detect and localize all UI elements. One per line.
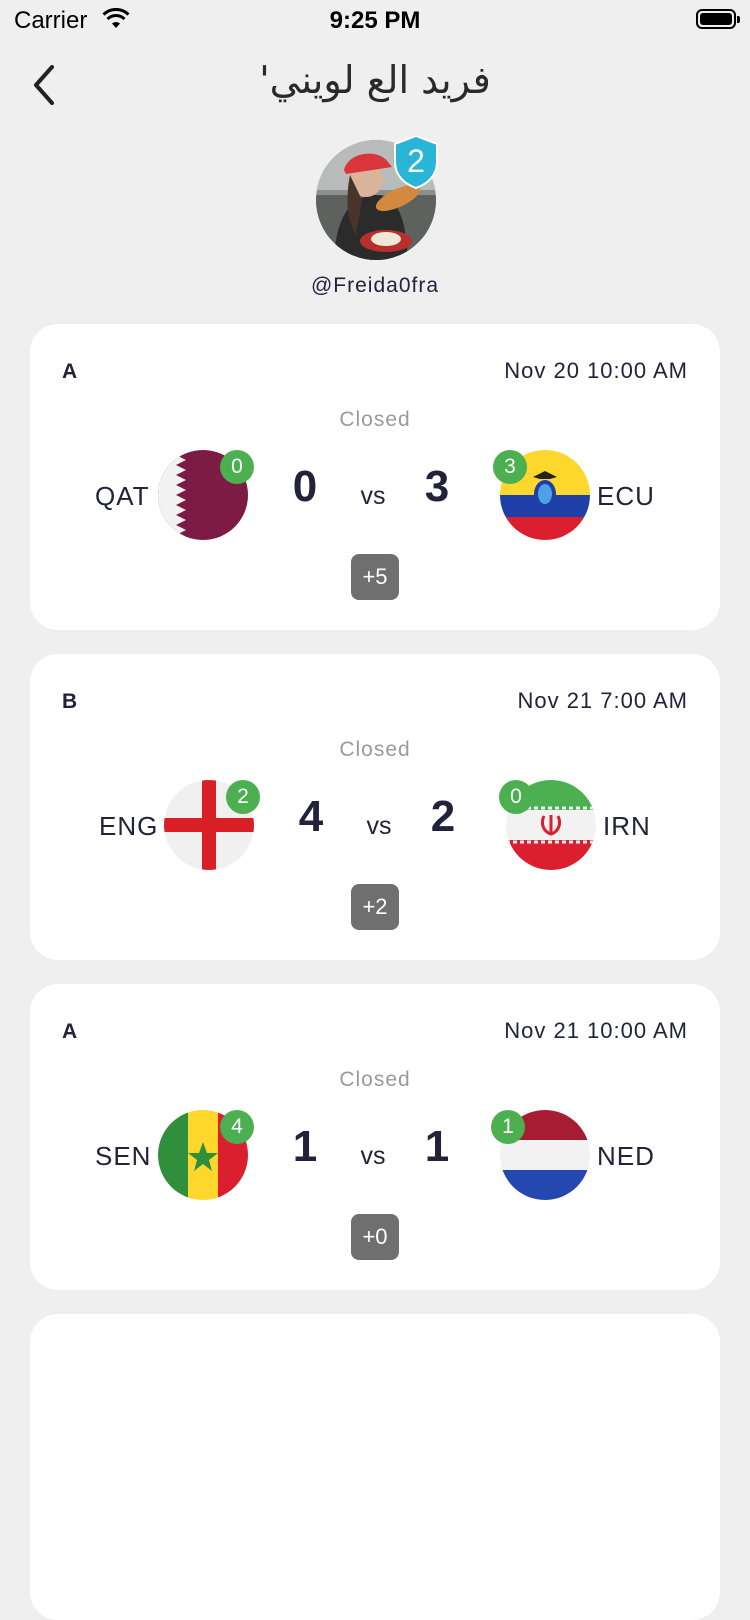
more-predictions-button[interactable]: +2 bbox=[351, 884, 399, 930]
away-team-code: IRN bbox=[603, 811, 651, 841]
match-datetime: Nov 21 7:00 AM bbox=[517, 688, 688, 713]
more-predictions-button[interactable]: +0 bbox=[351, 1214, 399, 1260]
match-card[interactable] bbox=[30, 1314, 720, 1620]
match-card[interactable]: A Nov 20 10:00 AM Closed QAT 0 0 vs 3 3 … bbox=[30, 324, 720, 630]
home-pick-count: 4 bbox=[220, 1110, 254, 1144]
home-score: 0 bbox=[292, 462, 318, 511]
vs-label: vs bbox=[360, 482, 386, 510]
username: @Freida0fra bbox=[310, 274, 440, 297]
home-score: 4 bbox=[298, 792, 324, 841]
level-number: 2 bbox=[407, 143, 425, 179]
shield-icon: 2 bbox=[394, 134, 438, 190]
more-predictions-button[interactable]: +5 bbox=[351, 554, 399, 600]
match-datetime: Nov 20 10:00 AM bbox=[504, 358, 688, 383]
vs-label: vs bbox=[366, 812, 392, 840]
home-team-code: QAT bbox=[95, 481, 150, 511]
battery-icon bbox=[696, 9, 740, 29]
match-status: Closed bbox=[339, 1068, 411, 1091]
page-title: فريد الع لويني' bbox=[259, 58, 491, 102]
home-team-code: ENG bbox=[99, 811, 159, 841]
match-card[interactable]: A Nov 21 10:00 AM Closed SEN 4 1 vs 1 1 … bbox=[30, 984, 720, 1290]
navigation-bar: فريد الع لويني' bbox=[0, 50, 750, 114]
group-label: A bbox=[62, 1020, 78, 1043]
match-card[interactable]: B Nov 21 7:00 AM Closed ENG 2 4 vs 2 0 I… bbox=[30, 654, 720, 960]
away-score: 3 bbox=[424, 462, 450, 511]
away-pick-count: 0 bbox=[499, 780, 533, 814]
level-badge: 2 bbox=[392, 134, 440, 190]
match-status: Closed bbox=[339, 408, 411, 431]
home-score: 1 bbox=[292, 1122, 318, 1171]
home-team-code: SEN bbox=[95, 1141, 152, 1171]
away-team-code: ECU bbox=[597, 481, 655, 511]
home-pick-count: 2 bbox=[226, 780, 260, 814]
away-score: 1 bbox=[424, 1122, 450, 1171]
group-label: A bbox=[62, 360, 78, 383]
away-team-code: NED bbox=[597, 1141, 655, 1171]
match-status: Closed bbox=[339, 738, 411, 761]
away-pick-count: 1 bbox=[491, 1110, 525, 1144]
status-bar: Carrier 9:25 PM bbox=[0, 0, 750, 40]
status-time: 9:25 PM bbox=[329, 7, 421, 34]
away-pick-count: 3 bbox=[493, 450, 527, 484]
match-datetime: Nov 21 10:00 AM bbox=[504, 1018, 688, 1043]
group-label: B bbox=[62, 690, 78, 713]
away-score: 2 bbox=[430, 792, 456, 841]
home-pick-count: 0 bbox=[220, 450, 254, 484]
vs-label: vs bbox=[360, 1142, 386, 1170]
